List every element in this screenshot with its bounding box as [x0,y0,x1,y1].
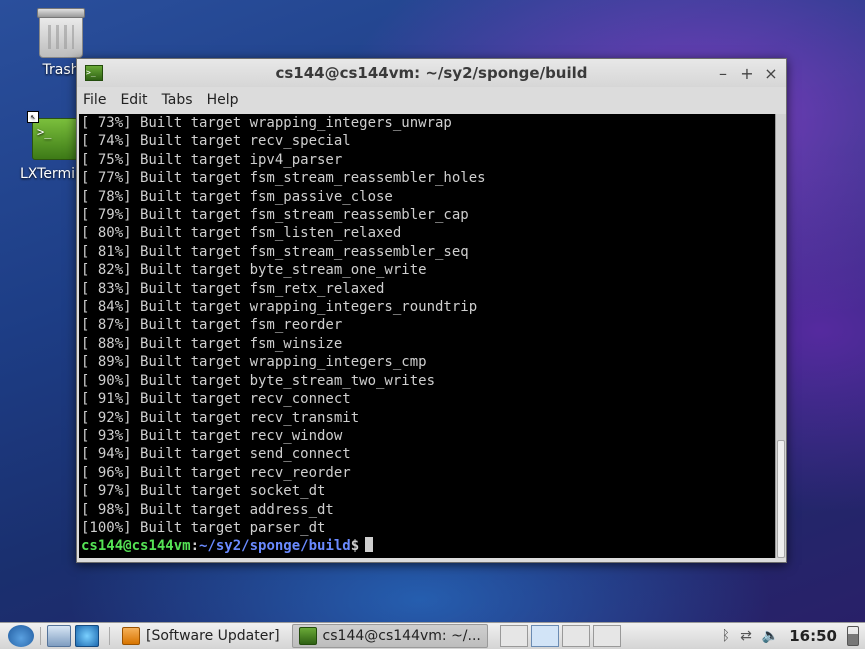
terminal-line: [ 83%] Built target fsm_retx_relaxed [81,280,385,297]
terminal-line: [ 89%] Built target wrapping_integers_cm… [81,354,427,371]
terminal-line: [ 94%] Built target send_connect [81,446,351,463]
terminal-line: [ 87%] Built target fsm_reorder [81,317,343,334]
terminal-icon [298,627,317,645]
terminal-line: [ 82%] Built target byte_stream_one_writ… [81,262,427,279]
workspace-1[interactable] [499,625,528,647]
file-manager-icon[interactable] [47,625,71,647]
terminal-line: [ 92%] Built target recv_transmit [81,409,360,426]
terminal-line: [ 78%] Built target fsm_passive_close [81,188,393,205]
terminal-line: [ 97%] Built target socket_dt [81,483,326,500]
taskbar-separator [109,627,110,645]
trash-icon [37,8,85,58]
prompt-user-host: cs144@cs144vm [81,538,191,555]
terminal-line: [ 81%] Built target fsm_stream_reassembl… [81,243,469,260]
minimize-button[interactable]: – [716,64,730,83]
system-tray: ᛒ ⇄ 🔈 16:50 [722,626,859,646]
terminal-line: [ 90%] Built target byte_stream_two_writ… [81,372,436,389]
battery-icon[interactable] [847,626,859,646]
terminal-line: [ 74%] Built target recv_special [81,133,351,150]
workspace-4[interactable] [592,625,621,647]
clock[interactable]: 16:50 [789,627,837,645]
terminal-line: [ 91%] Built target recv_connect [81,391,351,408]
network-icon[interactable]: ⇄ [740,628,752,644]
window-title: cs144@cs144vm: ~/sy2/sponge/build [275,64,588,82]
terminal-window: >_ cs144@cs144vm: ~/sy2/sponge/build – +… [76,58,787,563]
lxterminal-icon: ↖ >_ [27,111,78,160]
prompt-symbol: $ [350,538,360,555]
terminal-line: [ 75%] Built target ipv4_parser [81,151,343,168]
terminal-line: [ 93%] Built target recv_window [81,427,343,444]
terminal-line: [ 96%] Built target recv_reorder [81,464,351,481]
terminal-line: [ 80%] Built target fsm_listen_relaxed [81,225,402,242]
terminal-line: [100%] Built target parser_dt [81,519,326,536]
volume-icon[interactable]: 🔈 [762,628,779,644]
task-terminal[interactable]: cs144@cs144vm: ~/... [291,624,488,648]
text-cursor [365,537,374,553]
task-software-updater[interactable]: [Software Updater] [116,625,286,647]
taskbar-separator [40,627,41,645]
terminal-scrollbar[interactable] [775,114,786,558]
prompt-line: cs144@cs144vm:~/sy2/sponge/build$ [81,537,776,555]
web-browser-icon[interactable] [75,625,99,647]
start-menu-icon[interactable] [8,625,34,647]
task-label: cs144@cs144vm: ~/... [322,628,481,644]
menu-help[interactable]: Help [207,92,239,108]
window-titlebar[interactable]: >_ cs144@cs144vm: ~/sy2/sponge/build – +… [77,59,786,87]
menubar: File Edit Tabs Help [77,87,786,113]
terminal-output[interactable]: [ 73%] Built target wrapping_integers_un… [79,114,776,558]
terminal-line: [ 84%] Built target wrapping_integers_ro… [81,299,478,316]
maximize-button[interactable]: + [740,64,754,83]
terminal-app-icon[interactable]: >_ [85,65,103,81]
scrollbar-thumb[interactable] [777,440,785,558]
prompt-path: ~/sy2/sponge/build [199,538,351,555]
workspace-3[interactable] [561,625,590,647]
terminal-line: [ 77%] Built target fsm_stream_reassembl… [81,170,486,187]
task-label: [Software Updater] [146,628,280,644]
close-button[interactable]: × [764,64,778,83]
updater-icon [122,627,140,645]
workspace-pager [499,625,624,647]
terminal-line: [ 98%] Built target address_dt [81,501,334,518]
terminal-line: [ 79%] Built target fsm_stream_reassembl… [81,207,469,224]
prompt-separator: : [190,538,200,555]
terminal-line: [ 73%] Built target wrapping_integers_un… [81,115,452,131]
workspace-2[interactable] [530,625,559,647]
bluetooth-icon[interactable]: ᛒ [722,628,730,644]
menu-edit[interactable]: Edit [120,92,147,108]
taskbar: [Software Updater] cs144@cs144vm: ~/... … [0,622,865,649]
menu-file[interactable]: File [83,92,106,108]
menu-tabs[interactable]: Tabs [162,92,193,108]
terminal-line: [ 88%] Built target fsm_winsize [81,335,343,352]
